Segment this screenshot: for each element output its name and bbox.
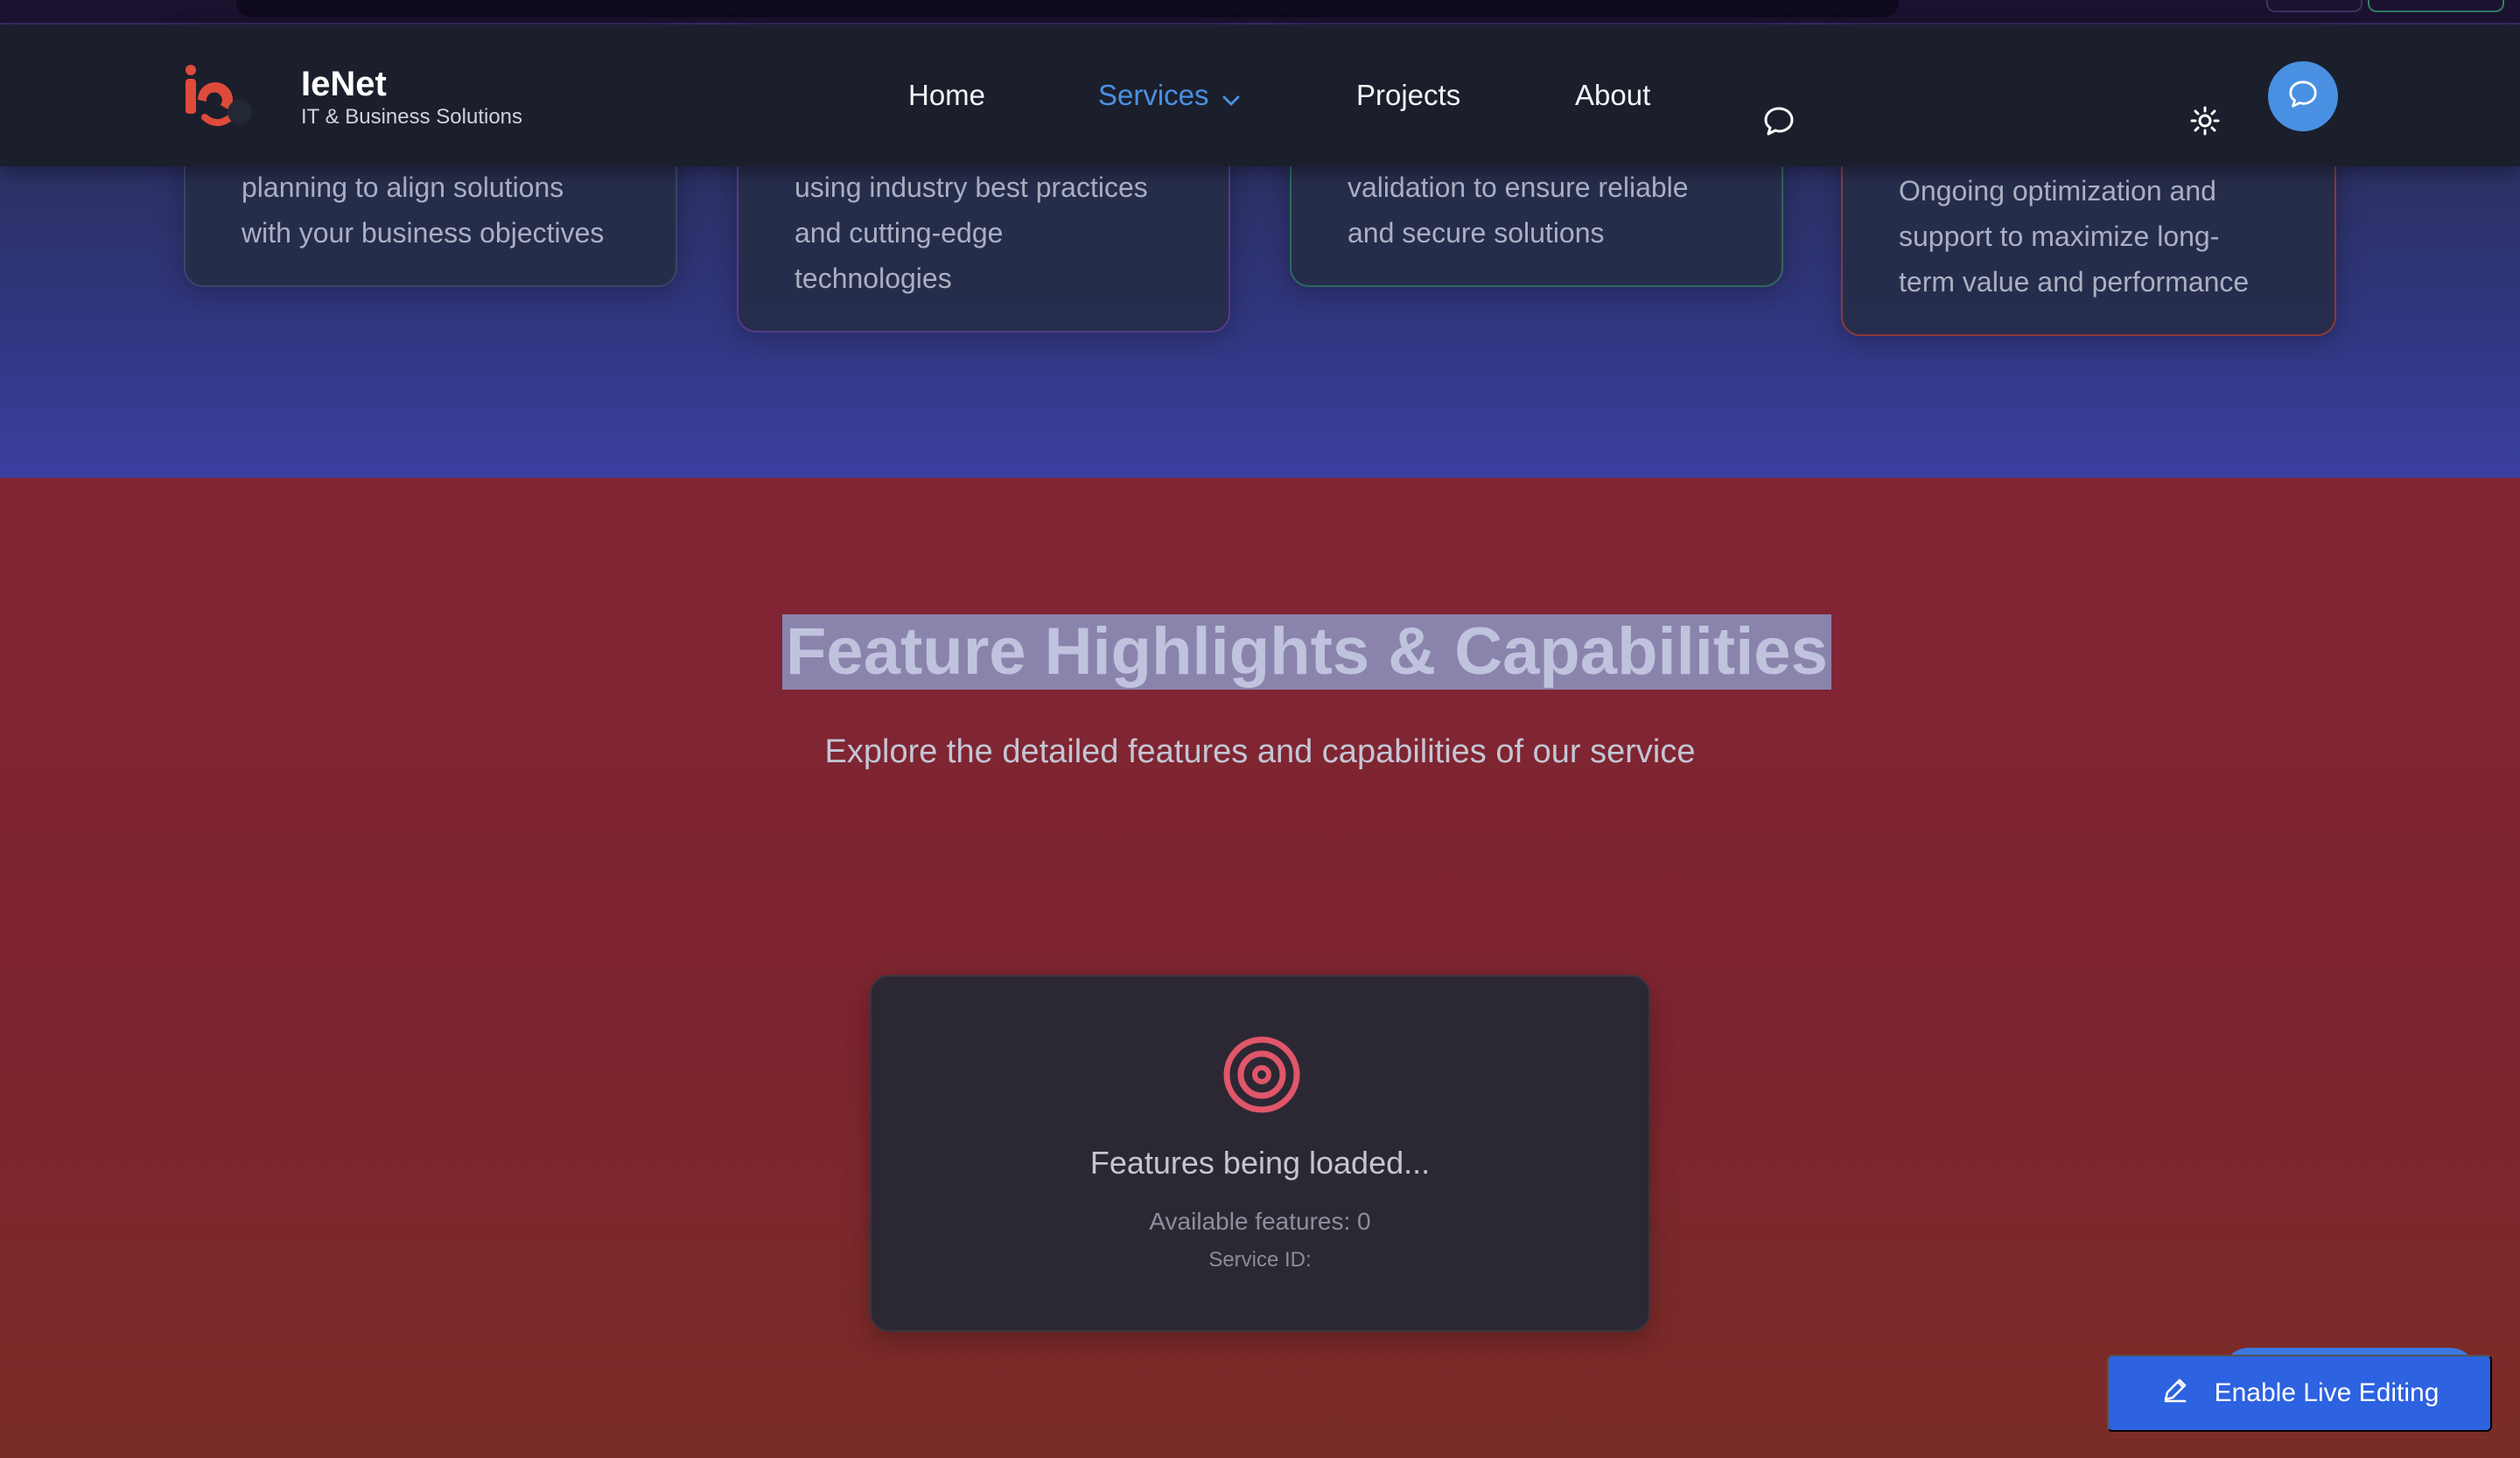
enable-live-editing-button[interactable]: Enable Live Editing (2107, 1355, 2492, 1432)
nav-home[interactable]: Home (908, 79, 985, 112)
chat-bubble-icon[interactable] (1762, 105, 1796, 143)
address-bar[interactable] (236, 0, 1899, 18)
browser-toolbar-strip (0, 0, 2520, 25)
brand-name[interactable]: IeNet (301, 65, 387, 104)
section-subtitle: Explore the detailed features and capabi… (824, 733, 1696, 770)
section-title: Feature Highlights & Capabilities (782, 614, 1831, 690)
target-icon (1222, 1034, 1302, 1119)
nav-services-label: Services (1098, 79, 1209, 111)
chat-button[interactable] (2268, 61, 2338, 131)
enable-live-editing-label: Enable Live Editing (2214, 1378, 2440, 1407)
available-features-count: Available features: 0 (1149, 1208, 1371, 1235)
feature-highlights-section: Feature Highlights & Capabilities Explor… (0, 478, 2520, 1458)
pencil-icon (2160, 1375, 2190, 1412)
process-card-text: planning to align solutions with your bu… (242, 172, 605, 249)
sun-icon[interactable] (2189, 105, 2221, 141)
service-id-label: Service ID: (1208, 1248, 1312, 1272)
loading-status-text: Features being loaded... (1089, 1145, 1431, 1181)
nav-projects[interactable]: Projects (1356, 79, 1460, 112)
chevron-down-icon (1222, 81, 1241, 114)
process-card-text: validation to ensure reliable and secure… (1348, 172, 1689, 249)
brand-tagline: IT & Business Solutions (301, 105, 523, 129)
process-card-text: Ongoing optimization and support to maxi… (1899, 175, 2250, 298)
brand-logo[interactable] (178, 63, 252, 137)
nav-services[interactable]: Services (1098, 79, 1241, 114)
site-navbar: IeNet IT & Business Solutions Home Servi… (0, 25, 2520, 166)
chat-button-icon (2287, 79, 2319, 115)
browser-button[interactable] (2266, 0, 2362, 12)
features-loading-card: Features being loaded... Available featu… (870, 975, 1650, 1332)
process-card-text: using industry best practices and cuttin… (794, 172, 1148, 294)
nav-about[interactable]: About (1575, 79, 1650, 112)
browser-button[interactable] (2368, 0, 2504, 12)
